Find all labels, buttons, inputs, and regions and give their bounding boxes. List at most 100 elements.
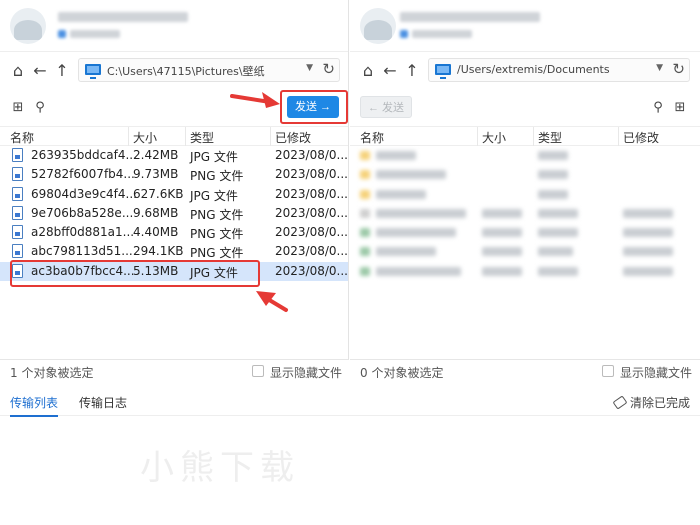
device-avatar <box>360 8 396 44</box>
file-icon <box>12 205 23 220</box>
file-row[interactable]: 52782f6007fb4... 9.73MB PNG 文件 2023/08/0... <box>0 165 348 184</box>
remote-show-hidden-checkbox[interactable] <box>602 365 614 377</box>
file-modified: 2023/08/0... <box>275 148 348 162</box>
remote-file-list-header: 名称 大小 类型 已修改 <box>350 126 700 146</box>
local-selection-status: 1 个对象被选定 <box>10 366 94 380</box>
device-avatar <box>10 8 46 44</box>
file-modified: 2023/08/0... <box>275 263 348 278</box>
file-row[interactable]: 9e706b8a528e... 9.68MB PNG 文件 2023/08/0... <box>0 204 348 223</box>
column-name[interactable]: 名称 <box>10 129 34 146</box>
remote-file-list: 名称 大小 类型 已修改 <box>350 126 700 281</box>
watermark-text: 小熊下载 <box>140 448 300 488</box>
remote-path-input[interactable]: /Users/extremis/Documents ▼ ↻ <box>428 58 690 82</box>
tab-transfer-list[interactable]: 传输列表 <box>10 394 59 417</box>
file-modified: 2023/08/0... <box>275 167 348 182</box>
blurred-device-detail <box>70 30 120 38</box>
blurred-device-status <box>58 30 66 38</box>
home-icon[interactable]: ⌂ <box>8 61 28 81</box>
local-toolbar: ⊞ ⚲ 发送 → <box>0 94 348 122</box>
file-name: a28bff0d881a1... <box>31 225 135 240</box>
file-size: 294.1KB <box>133 244 184 259</box>
file-modified: 2023/08/0... <box>275 186 348 201</box>
file-icon <box>12 225 23 240</box>
redacted-row <box>350 204 700 223</box>
file-row[interactable]: 69804d3e9c4f4... 627.6KB JPG 文件 2023/08/0..… <box>0 185 348 204</box>
redacted-row <box>350 223 700 242</box>
transfer-tabs: 传输列表 传输日志 清除已完成 <box>0 390 700 417</box>
file-size: 2.42MB <box>133 148 179 162</box>
file-row[interactable]: abc798113d51... 294.1KB PNG 文件 2023/08/0... <box>0 242 348 261</box>
file-size: 9.73MB <box>133 167 179 182</box>
new-folder-icon[interactable]: ⊞ <box>672 100 688 116</box>
column-modified[interactable]: 已修改 <box>623 129 659 146</box>
local-show-hidden-label[interactable]: 显示隐藏文件 <box>270 364 342 381</box>
local-path-text: C:\Users\47115\Pictures\壁纸 <box>107 65 265 78</box>
column-size[interactable]: 大小 <box>133 129 157 146</box>
chevron-down-icon[interactable]: ▼ <box>306 63 313 73</box>
file-name: abc798113d51... <box>31 244 133 259</box>
search-icon[interactable]: ⚲ <box>32 100 48 116</box>
remote-path-bar: ⌂ ← ↑ /Users/extremis/Documents ▼ ↻ <box>350 56 700 86</box>
local-path-input[interactable]: C:\Users\47115\Pictures\壁纸 ▼ ↻ <box>78 58 340 82</box>
column-modified[interactable]: 已修改 <box>275 129 311 146</box>
up-arrow-icon[interactable]: ↑ <box>402 61 422 81</box>
search-icon[interactable]: ⚲ <box>650 100 666 116</box>
file-name: 263935bddcaf4... <box>31 148 137 162</box>
chevron-down-icon[interactable]: ▼ <box>656 63 663 73</box>
file-row[interactable]: 263935bddcaf4... 2.42MB JPG 文件 2023/08/0... <box>0 146 348 165</box>
file-modified: 2023/08/0... <box>275 205 348 220</box>
file-name: 52782f6007fb4... <box>31 167 135 182</box>
remote-show-hidden-label[interactable]: 显示隐藏文件 <box>620 364 692 381</box>
computer-icon <box>435 64 451 79</box>
file-type: JPG 文件 <box>190 265 238 280</box>
local-show-hidden-checkbox[interactable] <box>252 365 264 377</box>
remote-toolbar: ← 发送 ⚲ ⊞ <box>350 94 700 122</box>
file-icon <box>12 244 23 259</box>
file-row[interactable]: a28bff0d881a1... 4.40MB PNG 文件 2023/08/0... <box>0 223 348 242</box>
file-modified: 2023/08/0... <box>275 225 348 240</box>
computer-icon <box>85 64 101 79</box>
local-file-list: 名称 大小 类型 已修改 263935bddcaf4... 2.42MB JPG 文… <box>0 126 348 282</box>
clear-completed-button[interactable]: 清除已完成 <box>612 394 690 411</box>
redacted-row <box>350 146 700 165</box>
refresh-icon[interactable]: ↻ <box>322 60 335 78</box>
column-type[interactable]: 类型 <box>538 129 562 146</box>
file-size: 627.6KB <box>133 186 184 201</box>
file-icon <box>12 167 23 182</box>
redacted-row <box>350 185 700 204</box>
file-size: 9.68MB <box>133 205 179 220</box>
tab-transfer-log[interactable]: 传输日志 <box>79 394 127 411</box>
file-icon <box>12 263 23 278</box>
remote-pane: ⌂ ← ↑ /Users/extremis/Documents ▼ ↻ ← 发送… <box>350 0 700 360</box>
column-size[interactable]: 大小 <box>482 129 506 146</box>
refresh-icon[interactable]: ↻ <box>672 60 685 78</box>
blurred-device-detail <box>412 30 472 38</box>
file-type: PNG 文件 <box>190 207 244 222</box>
home-icon[interactable]: ⌂ <box>358 61 378 81</box>
file-modified: 2023/08/0... <box>275 244 348 259</box>
file-type: JPG 文件 <box>190 150 238 164</box>
up-arrow-icon[interactable]: ↑ <box>52 61 72 81</box>
file-size: 4.40MB <box>133 225 179 240</box>
receive-button[interactable]: ← 发送 <box>360 96 412 118</box>
eraser-icon <box>612 395 628 410</box>
remote-path-text: /Users/extremis/Documents <box>457 63 610 76</box>
redacted-row <box>350 242 700 261</box>
send-button[interactable]: 发送 → <box>287 96 339 118</box>
file-type: PNG 文件 <box>190 227 244 242</box>
file-row[interactable]: ac3ba0b7fbcc4... 5.13MB JPG 文件 2023/08/0... <box>0 261 348 282</box>
file-name: 9e706b8a528e... <box>31 205 134 220</box>
column-name[interactable]: 名称 <box>360 129 384 146</box>
local-host-header <box>0 0 348 52</box>
back-arrow-icon[interactable]: ← <box>380 61 400 81</box>
file-icon <box>12 186 23 201</box>
file-icon <box>12 148 23 162</box>
column-type[interactable]: 类型 <box>190 129 214 146</box>
new-folder-icon[interactable]: ⊞ <box>10 100 26 116</box>
remote-selection-status: 0 个对象被选定 <box>360 366 444 380</box>
local-path-bar: ⌂ ← ↑ C:\Users\47115\Pictures\壁纸 ▼ ↻ <box>0 56 348 86</box>
back-arrow-icon[interactable]: ← <box>30 61 50 81</box>
blurred-device-name <box>58 12 188 22</box>
blurred-device-name <box>400 12 540 22</box>
blurred-device-status <box>400 30 408 38</box>
